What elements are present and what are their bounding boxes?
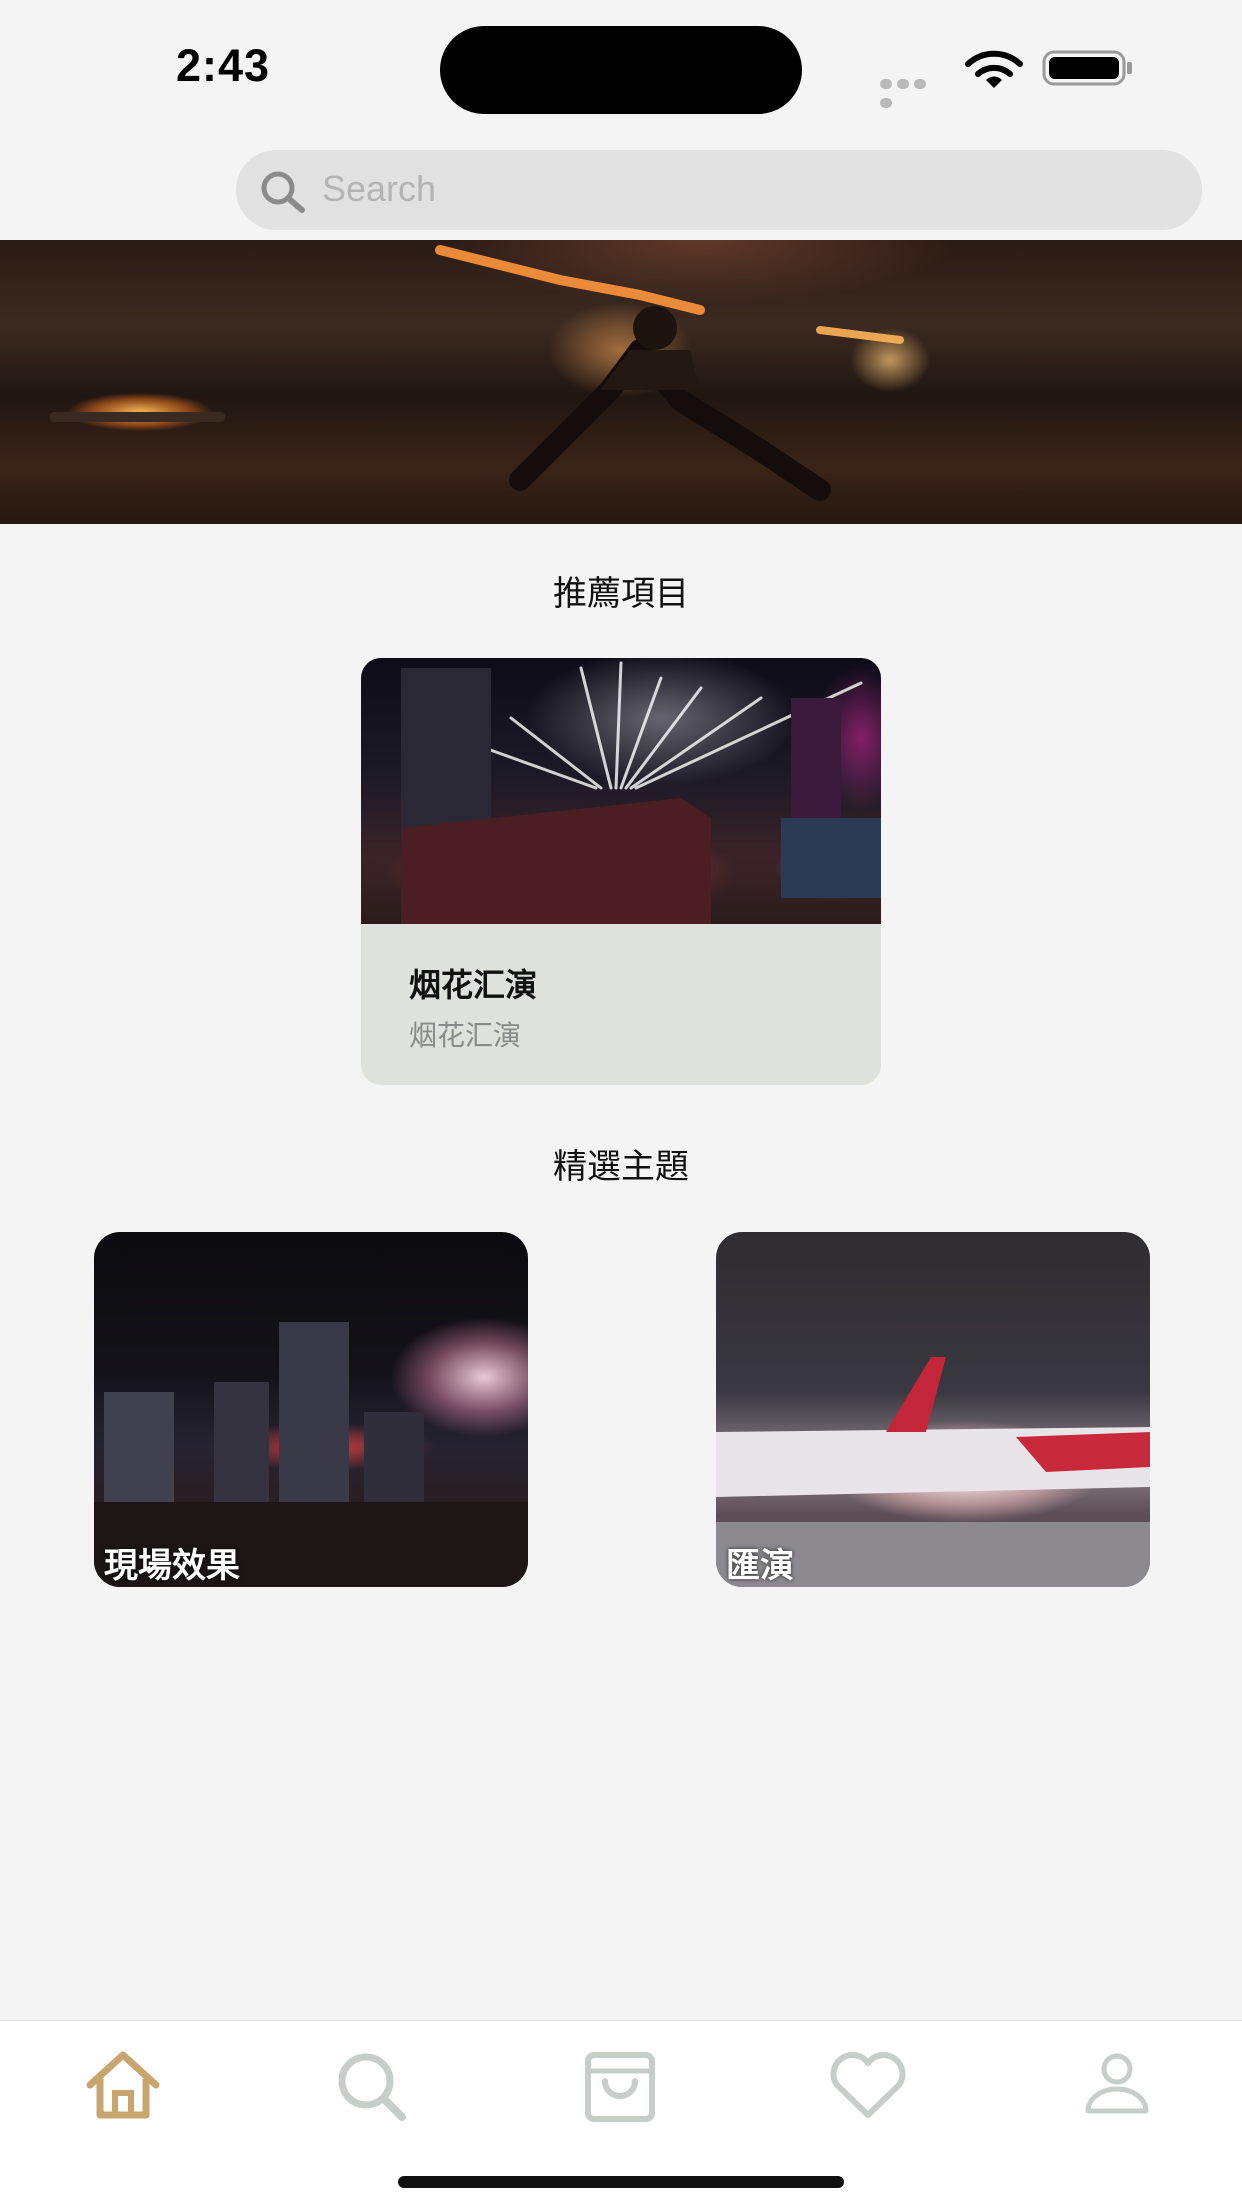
cellular-dots-icon: [880, 74, 946, 108]
theme-label: 現場效果: [104, 1546, 240, 1586]
shopping-bag-icon: [585, 2052, 655, 2122]
themes-heading: 精選主題: [553, 1147, 689, 1187]
aircraft-illustration: [716, 1357, 1150, 1587]
home-indicator[interactable]: [398, 2176, 844, 2188]
fireworks-illustration: [401, 661, 881, 924]
featured-card[interactable]: 烟花汇演 烟花汇演: [361, 658, 881, 1085]
dynamic-island: [440, 26, 802, 114]
featured-card-title: 烟花汇演: [409, 966, 538, 1004]
heart-icon: [830, 2052, 906, 2118]
theme-label: 匯演: [726, 1546, 794, 1586]
city-fireworks-illustration: [94, 1322, 528, 1587]
tab-shop[interactable]: [575, 2045, 665, 2125]
tab-home[interactable]: [78, 2045, 168, 2125]
tab-profile[interactable]: [1072, 2045, 1162, 2125]
status-time: 2:43: [176, 40, 271, 91]
search-icon: [338, 2053, 406, 2121]
tab-search[interactable]: [326, 2045, 416, 2125]
featured-card-info: 烟花汇演 烟花汇演: [361, 924, 881, 1085]
featured-card-subtitle: 烟花汇演: [409, 1019, 522, 1052]
fire-performer-illustration: [50, 245, 904, 501]
theme-card-performance[interactable]: 匯演: [716, 1232, 1150, 1587]
theme-card-live-effects[interactable]: 現場效果: [94, 1232, 528, 1587]
recommended-heading: 推薦項目: [553, 574, 689, 614]
wifi-icon: [965, 50, 1023, 88]
search-input[interactable]: Search: [236, 150, 1202, 230]
home-icon: [86, 2051, 160, 2119]
user-icon: [1085, 2053, 1149, 2114]
battery-icon: [1042, 50, 1132, 86]
search-icon: [261, 171, 305, 213]
hero-banner-image[interactable]: [0, 240, 1242, 524]
tab-favorites[interactable]: [823, 2045, 913, 2125]
fireworks-stage-photo: [361, 658, 881, 924]
search-placeholder: Search: [322, 168, 437, 209]
